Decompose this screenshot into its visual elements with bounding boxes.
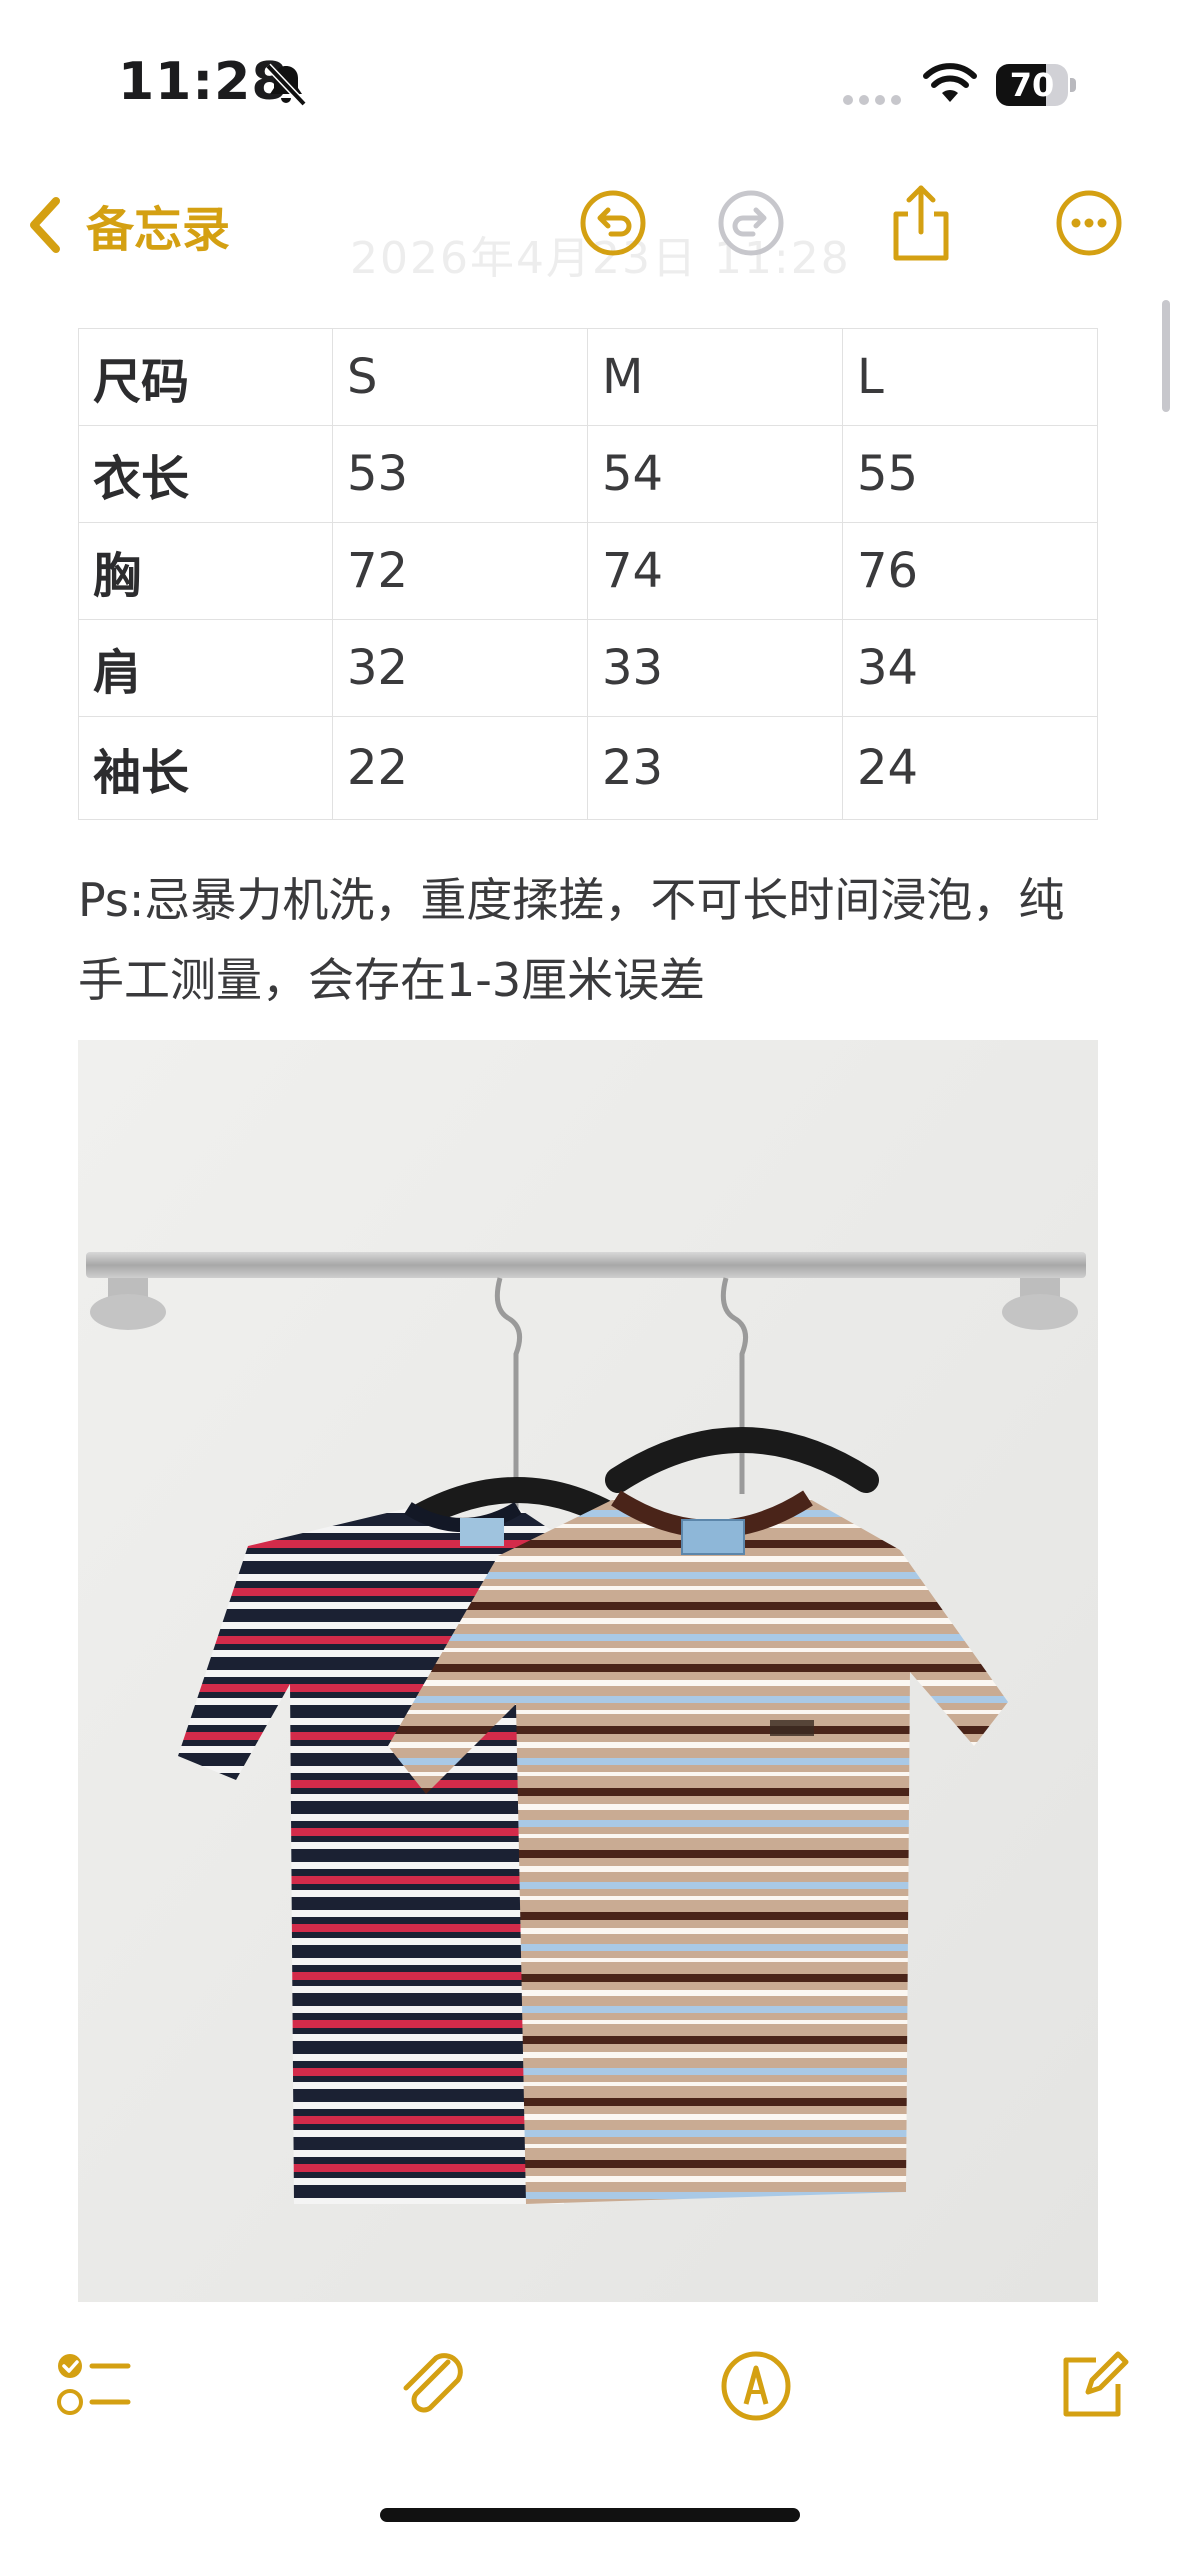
more-icon[interactable] [1054, 188, 1124, 258]
battery-tip [1070, 78, 1076, 92]
size-table-row: 肩 32 33 34 [78, 619, 1099, 717]
size-table-row: 衣长 53 54 55 [78, 425, 1099, 523]
size-table-row-header: 肩 [78, 619, 333, 717]
size-table-row-header: 胸 [78, 522, 333, 620]
size-table-cell: S [331, 328, 588, 426]
size-table-row: 胸 72 74 76 [78, 522, 1099, 620]
size-table-cell: L [841, 328, 1099, 426]
battery-body: 70 [996, 64, 1068, 106]
care-note[interactable]: Ps:忌暴力机洗，重度揉搓，不可长时间浸泡，纯手工测量，会存在1-3厘米误差 [78, 860, 1108, 1020]
compose-icon[interactable] [1052, 2346, 1132, 2426]
status-bar: 11:28 70 [0, 0, 1179, 150]
markup-pen-icon[interactable] [716, 2346, 796, 2426]
size-table-cell: 22 [331, 716, 588, 820]
size-table-cell: 55 [841, 425, 1099, 523]
size-table-row-header: 尺码 [78, 328, 333, 426]
paperclip-icon[interactable] [394, 2346, 474, 2426]
battery-percent: 70 [1009, 66, 1055, 104]
size-table-cell: 54 [586, 425, 843, 523]
size-table-row-header: 袖长 [78, 716, 333, 820]
home-indicator[interactable] [380, 2508, 800, 2522]
back-button[interactable]: 备忘录 [22, 190, 230, 260]
size-table-row: 尺码 S M L [78, 328, 1099, 426]
cellular-dots-icon [843, 95, 901, 105]
size-table-cell: 74 [586, 522, 843, 620]
share-icon[interactable] [886, 180, 956, 264]
size-table-cell: 32 [331, 619, 588, 717]
checklist-icon[interactable] [54, 2346, 134, 2426]
wifi-icon [923, 63, 977, 102]
redo-icon[interactable] [716, 188, 786, 258]
battery-icon: 70 [996, 64, 1076, 106]
size-table-cell: 76 [841, 522, 1099, 620]
size-table-cell: 24 [841, 716, 1099, 820]
product-photo[interactable] [78, 1040, 1098, 2302]
photo-illustration [78, 1040, 1098, 2302]
size-table-cell: 34 [841, 619, 1099, 717]
bell-slash-icon [265, 63, 307, 107]
undo-icon[interactable] [578, 188, 648, 258]
size-table-cell: M [586, 328, 843, 426]
scroll-indicator[interactable] [1162, 300, 1170, 412]
size-table-cell: 33 [586, 619, 843, 717]
chevron-left-icon [30, 197, 60, 253]
size-table-row: 袖长 22 23 24 [78, 716, 1099, 820]
size-table-cell: 23 [586, 716, 843, 820]
size-table-row-header: 衣长 [78, 425, 333, 523]
size-table-cell: 72 [331, 522, 588, 620]
back-button-label: 备忘录 [86, 202, 231, 258]
size-table-cell: 53 [331, 425, 588, 523]
size-table[interactable]: 尺码 S M L 衣长 53 54 55 胸 72 74 76 肩 32 33 34 袖长 22 23 24 [78, 328, 1099, 820]
